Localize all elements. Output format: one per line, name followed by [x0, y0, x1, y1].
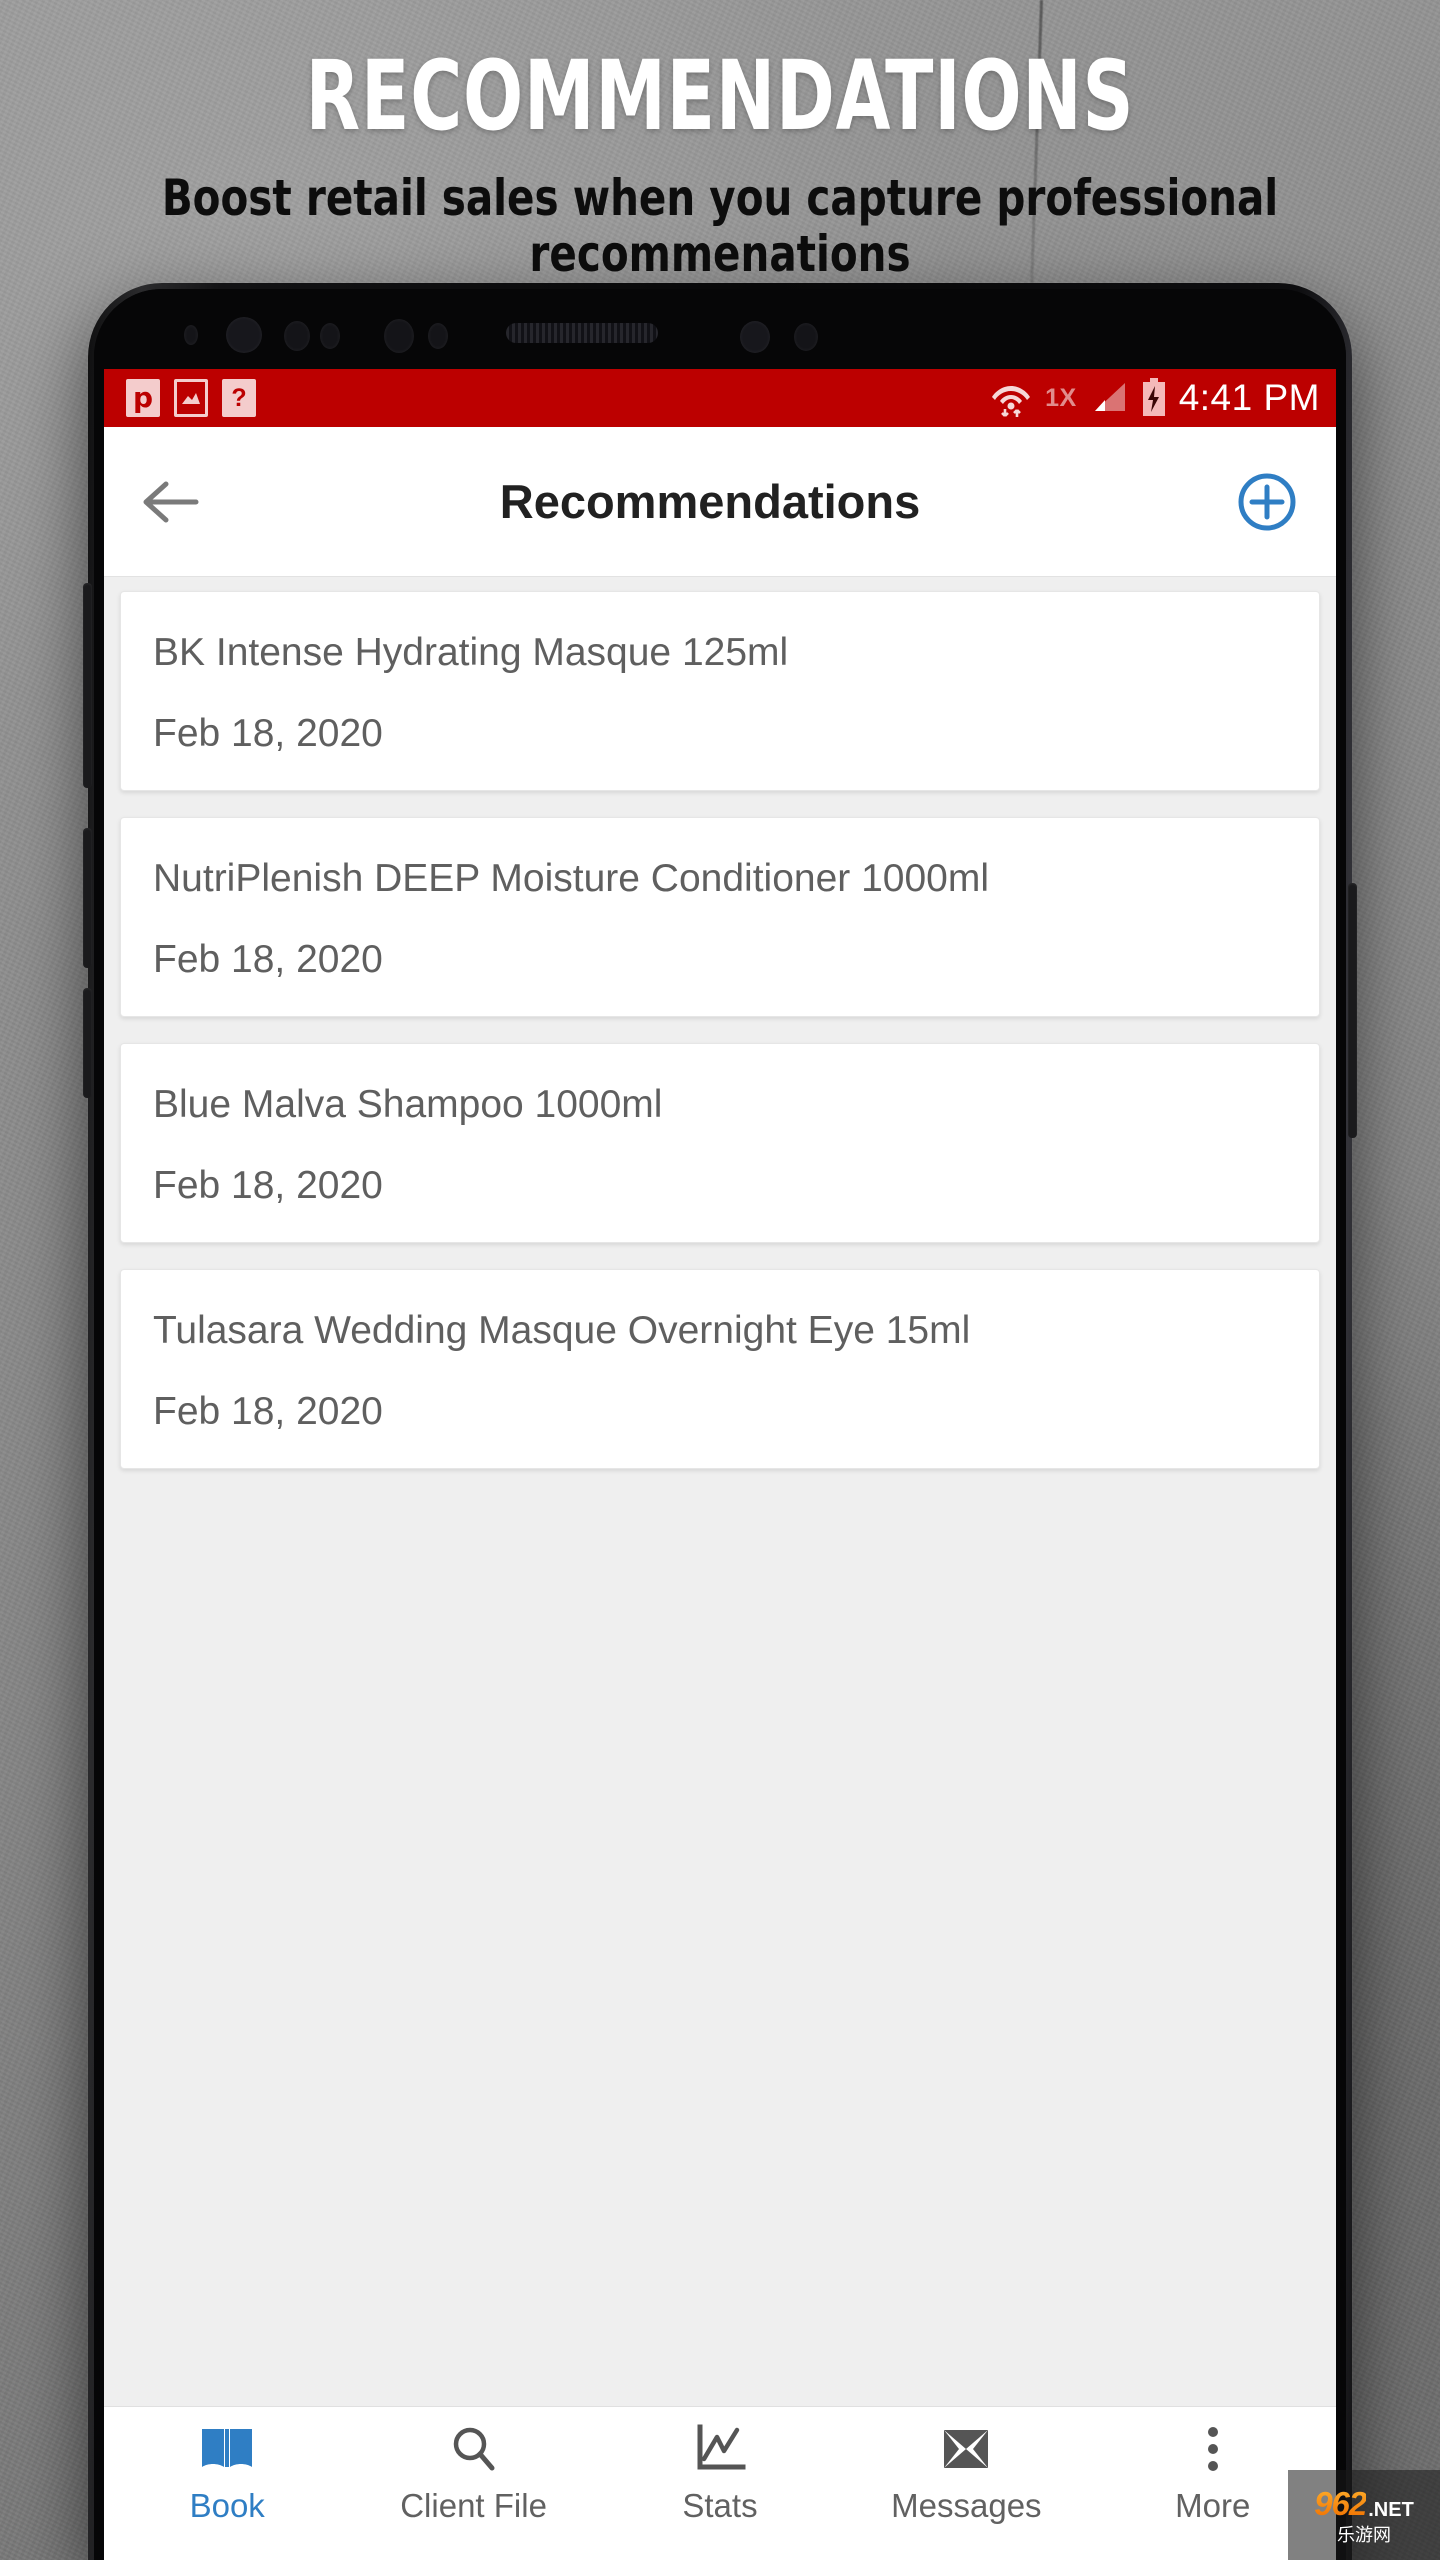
nav-item-messages[interactable]: Messages [843, 2423, 1089, 2525]
network-type-label: 1X [1045, 383, 1077, 412]
list-item[interactable]: BK Intense Hydrating Masque 125ml Feb 18… [120, 591, 1320, 791]
bottom-navigation-bar: Book Client File Stats Messages More [104, 2406, 1336, 2560]
recommendation-date: Feb 18, 2020 [153, 1163, 383, 1207]
page-subtitle: Boost retail sales when you capture prof… [161, 169, 1279, 283]
list-item[interactable]: Tulasara Wedding Masque Overnight Eye 15… [120, 1268, 1320, 1469]
app-bar-title: Recommendations [499, 475, 921, 528]
envelope-icon [944, 2430, 989, 2468]
phone-top-bezel [94, 289, 1346, 369]
recommendation-product-name: BK Intense Hydrating Masque 125ml [153, 631, 789, 674]
status-notifications: p ? [126, 379, 256, 417]
gallery-notification-icon [174, 379, 208, 417]
volume-down-button[interactable] [83, 828, 92, 968]
nav-label: Messages [891, 2487, 1042, 2524]
nav-item-stats[interactable]: Stats [597, 2423, 843, 2525]
earpiece-speaker [506, 323, 658, 343]
phone-device-frame: p ? 1X 4:41 PM Recommendations BK Intens… [83, 283, 1357, 2560]
sensor-icon [384, 319, 414, 353]
clock-label: 4:41 PM [1178, 377, 1320, 418]
plus-circle-icon [1238, 473, 1296, 530]
nav-label: Client File [400, 2487, 547, 2524]
recommendation-product-name: Blue Malva Shampoo 1000ml [153, 1082, 663, 1126]
watermark-number: 962 [1314, 2484, 1367, 2522]
recommendation-date: Feb 18, 2020 [153, 711, 383, 755]
status-bar: p ? 1X 4:41 PM [104, 369, 1336, 427]
nav-label: More [1175, 2487, 1251, 2524]
page-title: RECOMMENDATIONS [305, 40, 1135, 152]
status-indicators: 1X 4:41 PM [989, 376, 1320, 420]
watermark-subtext: 乐游网 [1337, 2524, 1391, 2545]
power-button[interactable] [1348, 883, 1357, 1138]
pinterest-notification-icon: p [126, 379, 160, 417]
iris-scanner-icon [740, 321, 770, 353]
search-icon [453, 2427, 495, 2471]
line-chart-icon [697, 2424, 746, 2470]
phone-screen-glass: p ? 1X 4:41 PM Recommendations BK Intens… [94, 289, 1346, 2560]
image-glyph [182, 393, 200, 404]
watermark-domain: .NET [1368, 2498, 1414, 2521]
wifi-data-icon [992, 386, 1031, 417]
open-book-icon [202, 2429, 253, 2467]
sensor-icon [284, 321, 310, 351]
watermark-main: 962 .NET [1314, 2487, 1414, 2520]
app-screen: p ? 1X 4:41 PM Recommendations BK Intens… [104, 369, 1336, 2560]
battery-charging-icon [1142, 378, 1165, 416]
add-recommendation-button[interactable] [1228, 471, 1298, 533]
site-watermark: 962 .NET 乐游网 [1288, 2470, 1440, 2560]
nav-item-book[interactable]: Book [104, 2423, 350, 2525]
nav-label: Book [189, 2487, 265, 2524]
sensor-icon [320, 323, 340, 349]
front-camera-icon [226, 317, 262, 353]
cellular-signal-icon [1094, 383, 1125, 411]
volume-up-button[interactable] [83, 583, 92, 788]
recommendation-product-name: Tulasara Wedding Masque Overnight Eye 15… [153, 1308, 971, 1352]
list-item[interactable]: Blue Malva Shampoo 1000ml Feb 18, 2020 [120, 1042, 1320, 1243]
recommendation-date: Feb 18, 2020 [153, 1389, 383, 1433]
recommendations-list[interactable]: BK Intense Hydrating Masque 125ml Feb 18… [104, 577, 1336, 2307]
help-notification-icon: ? [222, 379, 256, 417]
nav-item-client-file[interactable]: Client File [350, 2423, 596, 2525]
sensor-icon [794, 323, 818, 351]
overflow-menu-icon [1207, 2427, 1218, 2471]
recommendation-date: Feb 18, 2020 [153, 937, 383, 981]
promo-heading-block: RECOMMENDATIONS Boost retail sales when … [0, 0, 1440, 282]
assistant-button[interactable] [83, 988, 92, 1098]
sensor-icon [184, 325, 198, 345]
nav-label: Stats [682, 2487, 758, 2524]
recommendation-product-name: NutriPlenish DEEP Moisture Conditioner 1… [153, 856, 990, 900]
app-bar: Recommendations [104, 427, 1336, 577]
list-item[interactable]: NutriPlenish DEEP Moisture Conditioner 1… [120, 816, 1320, 1017]
sensor-icon [428, 323, 448, 349]
